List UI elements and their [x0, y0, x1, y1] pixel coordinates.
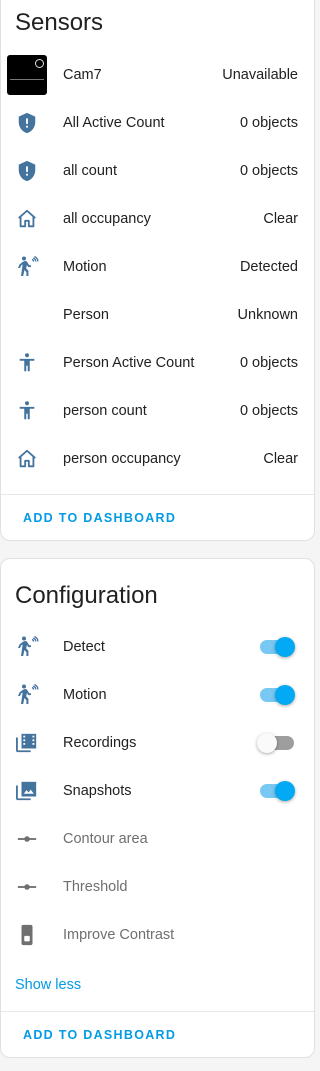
- sensor-label: Motion: [63, 259, 107, 275]
- motion-toggle[interactable]: [258, 685, 295, 705]
- config-label: Recordings: [63, 735, 137, 751]
- sensors-title: Sensors: [15, 9, 104, 36]
- filmstrip-box-icon: [15, 731, 39, 755]
- sensor-label: Cam7: [63, 67, 102, 83]
- sensor-row-person[interactable]: Person Unknown: [1, 291, 314, 339]
- image-multiple-icon: [15, 779, 39, 803]
- add-to-dashboard-button[interactable]: ADD TO DASHBOARD: [23, 511, 176, 525]
- sensors-card: Sensors Cam7 Unavailable All Active Coun…: [0, 0, 315, 541]
- slider-icon: [15, 827, 39, 851]
- recordings-toggle[interactable]: [257, 733, 294, 753]
- divider: [1, 1011, 314, 1012]
- sensor-row-all-active-count[interactable]: All Active Count 0 objects: [1, 99, 314, 147]
- sensor-label: person occupancy: [63, 451, 181, 467]
- detect-toggle[interactable]: [258, 637, 295, 657]
- switch-rectangle-icon: [15, 923, 39, 947]
- config-row-recordings[interactable]: Recordings: [1, 719, 314, 767]
- show-less-link[interactable]: Show less: [15, 977, 81, 993]
- divider: [1, 494, 314, 495]
- motion-sensor-icon: [15, 255, 39, 279]
- config-label: Contour area: [63, 831, 148, 847]
- config-label: Snapshots: [63, 783, 132, 799]
- sensor-value: 0 objects: [239, 163, 298, 179]
- sensor-row-all-occupancy[interactable]: all occupancy Clear: [1, 195, 314, 243]
- sensor-value: 0 objects: [239, 403, 298, 419]
- shield-alert-icon: [15, 111, 39, 135]
- sensor-label: Person Active Count: [63, 355, 195, 371]
- config-label: Improve Contrast: [63, 927, 175, 943]
- human-icon: [15, 399, 39, 423]
- config-row-threshold[interactable]: Threshold: [1, 863, 314, 911]
- sensor-row-cam7[interactable]: Cam7 Unavailable: [1, 51, 314, 99]
- sensor-value: Unavailable: [222, 67, 298, 83]
- sensor-label: all count: [63, 163, 118, 179]
- sensor-label: All Active Count: [63, 115, 165, 131]
- sensor-value: Unknown: [237, 307, 298, 323]
- sensor-value: Clear: [263, 211, 298, 227]
- sensor-label: all occupancy: [63, 211, 151, 227]
- config-label: Detect: [63, 639, 105, 655]
- config-row-detect[interactable]: Detect: [1, 623, 314, 671]
- add-to-dashboard-button[interactable]: ADD TO DASHBOARD: [23, 1028, 176, 1042]
- config-label: Threshold: [63, 879, 128, 895]
- camera-thumbnail[interactable]: [7, 55, 47, 95]
- sensor-row-person-count[interactable]: person count 0 objects: [1, 387, 314, 435]
- snapshots-toggle[interactable]: [258, 781, 295, 801]
- sensor-row-all-count[interactable]: all count 0 objects: [1, 147, 314, 195]
- config-label: Motion: [63, 687, 107, 703]
- config-row-contour-area[interactable]: Contour area: [1, 815, 314, 863]
- sensor-value: Clear: [263, 451, 298, 467]
- shield-alert-icon: [15, 159, 39, 183]
- motion-sensor-icon: [15, 683, 39, 707]
- configuration-title: Configuration: [15, 582, 158, 609]
- sensor-value: 0 objects: [239, 115, 298, 131]
- human-icon: [15, 351, 39, 375]
- sensor-row-person-occupancy[interactable]: person occupancy Clear: [1, 435, 314, 483]
- config-row-snapshots[interactable]: Snapshots: [1, 767, 314, 815]
- slider-icon: [15, 875, 39, 899]
- motion-sensor-icon: [15, 635, 39, 659]
- sensor-row-motion[interactable]: Motion Detected: [1, 243, 314, 291]
- sensor-value: Detected: [239, 259, 298, 275]
- home-outline-icon: [15, 447, 39, 471]
- home-outline-icon: [15, 207, 39, 231]
- config-row-motion[interactable]: Motion: [1, 671, 314, 719]
- config-row-improve-contrast[interactable]: Improve Contrast: [1, 911, 314, 959]
- sensor-label: Person: [63, 307, 109, 323]
- sensor-value: 0 objects: [239, 355, 298, 371]
- sensor-row-person-active-count[interactable]: Person Active Count 0 objects: [1, 339, 314, 387]
- configuration-card: Configuration Detect Motion Recordings S…: [0, 558, 315, 1058]
- sensor-label: person count: [63, 403, 147, 419]
